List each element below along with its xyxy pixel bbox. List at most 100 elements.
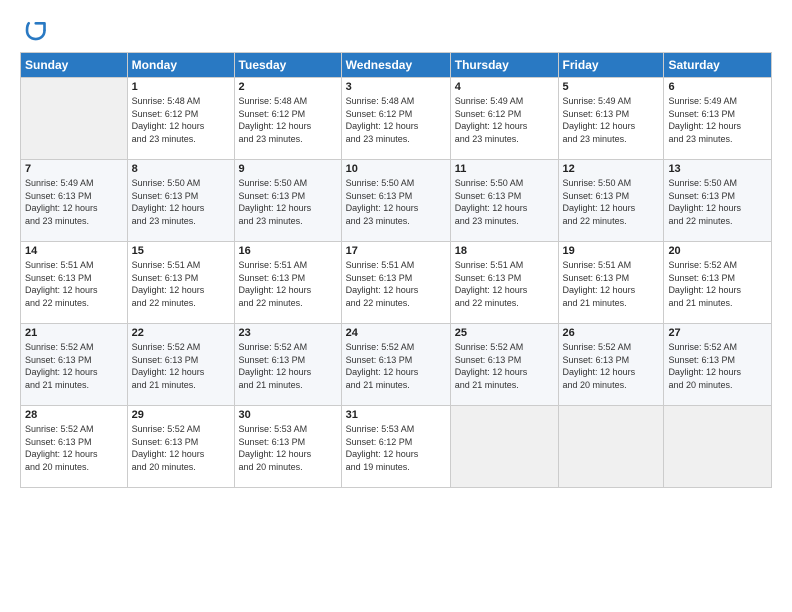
- day-number: 29: [132, 409, 230, 421]
- day-info: Sunrise: 5:51 AM Sunset: 6:13 PM Dayligh…: [455, 259, 554, 309]
- calendar-header: SundayMondayTuesdayWednesdayThursdayFrid…: [21, 53, 772, 78]
- weekday-header-tuesday: Tuesday: [234, 53, 341, 78]
- day-info: Sunrise: 5:52 AM Sunset: 6:13 PM Dayligh…: [132, 423, 230, 473]
- calendar-cell: [450, 406, 558, 488]
- day-number: 13: [668, 163, 767, 175]
- day-number: 20: [668, 245, 767, 257]
- day-info: Sunrise: 5:50 AM Sunset: 6:13 PM Dayligh…: [346, 177, 446, 227]
- day-number: 4: [455, 81, 554, 93]
- week-row-4: 21 Sunrise: 5:52 AM Sunset: 6:13 PM Dayli…: [21, 324, 772, 406]
- day-number: 28: [25, 409, 123, 421]
- calendar-cell: 6Sunrise: 5:49 AM Sunset: 6:13 PM Daylig…: [664, 78, 772, 160]
- logo: [20, 18, 52, 46]
- day-number: 19: [563, 245, 660, 257]
- day-number: 30: [239, 409, 337, 421]
- day-number: 2: [239, 81, 337, 93]
- day-info: Sunrise: 5:52 AM Sunset: 6:13 PM Dayligh…: [563, 341, 660, 391]
- weekday-header-monday: Monday: [127, 53, 234, 78]
- day-number: 10: [346, 163, 446, 175]
- day-info: Sunrise: 5:53 AM Sunset: 6:13 PM Dayligh…: [239, 423, 337, 473]
- day-info: Sunrise: 5:52 AM Sunset: 6:13 PM Dayligh…: [346, 341, 446, 391]
- calendar-cell: 15 Sunrise: 5:51 AM Sunset: 6:13 PM Dayli…: [127, 242, 234, 324]
- calendar-cell: [664, 406, 772, 488]
- week-row-5: 28 Sunrise: 5:52 AM Sunset: 6:13 PM Dayli…: [21, 406, 772, 488]
- day-info: Sunrise: 5:48 AM Sunset: 6:12 PM Dayligh…: [239, 95, 337, 145]
- day-info: Sunrise: 5:50 AM Sunset: 6:13 PM Dayligh…: [132, 177, 230, 227]
- calendar-cell: 29 Sunrise: 5:52 AM Sunset: 6:13 PM Dayli…: [127, 406, 234, 488]
- day-info: Sunrise: 5:50 AM Sunset: 6:13 PM Dayligh…: [239, 177, 337, 227]
- weekday-row: SundayMondayTuesdayWednesdayThursdayFrid…: [21, 53, 772, 78]
- day-info: Sunrise: 5:49 AM Sunset: 6:12 PM Dayligh…: [455, 95, 554, 145]
- calendar-cell: 17Sunrise: 5:51 AM Sunset: 6:13 PM Dayli…: [341, 242, 450, 324]
- calendar-cell: 5 Sunrise: 5:49 AM Sunset: 6:13 PM Daylig…: [558, 78, 664, 160]
- day-number: 18: [455, 245, 554, 257]
- day-info: Sunrise: 5:52 AM Sunset: 6:13 PM Dayligh…: [25, 423, 123, 473]
- calendar-cell: 27 Sunrise: 5:52 AM Sunset: 6:13 PM Dayli…: [664, 324, 772, 406]
- day-number: 7: [25, 163, 123, 175]
- day-info: Sunrise: 5:50 AM Sunset: 6:13 PM Dayligh…: [455, 177, 554, 227]
- calendar-body: 1 Sunrise: 5:48 AM Sunset: 6:12 PM Daylig…: [21, 78, 772, 488]
- weekday-header-saturday: Saturday: [664, 53, 772, 78]
- day-info: Sunrise: 5:51 AM Sunset: 6:13 PM Dayligh…: [132, 259, 230, 309]
- day-info: Sunrise: 5:49 AM Sunset: 6:13 PM Dayligh…: [563, 95, 660, 145]
- calendar-cell: 30 Sunrise: 5:53 AM Sunset: 6:13 PM Dayli…: [234, 406, 341, 488]
- calendar-cell: 21 Sunrise: 5:52 AM Sunset: 6:13 PM Dayli…: [21, 324, 128, 406]
- day-info: Sunrise: 5:53 AM Sunset: 6:12 PM Dayligh…: [346, 423, 446, 473]
- calendar-cell: 22Sunrise: 5:52 AM Sunset: 6:13 PM Dayli…: [127, 324, 234, 406]
- week-row-1: 1 Sunrise: 5:48 AM Sunset: 6:12 PM Daylig…: [21, 78, 772, 160]
- calendar-cell: 24 Sunrise: 5:52 AM Sunset: 6:13 PM Dayli…: [341, 324, 450, 406]
- day-number: 16: [239, 245, 337, 257]
- calendar-cell: 31Sunrise: 5:53 AM Sunset: 6:12 PM Dayli…: [341, 406, 450, 488]
- day-number: 5: [563, 81, 660, 93]
- day-info: Sunrise: 5:51 AM Sunset: 6:13 PM Dayligh…: [239, 259, 337, 309]
- calendar-cell: 9 Sunrise: 5:50 AM Sunset: 6:13 PM Daylig…: [234, 160, 341, 242]
- day-info: Sunrise: 5:51 AM Sunset: 6:13 PM Dayligh…: [25, 259, 123, 309]
- weekday-header-friday: Friday: [558, 53, 664, 78]
- day-number: 22: [132, 327, 230, 339]
- day-info: Sunrise: 5:48 AM Sunset: 6:12 PM Dayligh…: [132, 95, 230, 145]
- day-number: 12: [563, 163, 660, 175]
- calendar-cell: 11 Sunrise: 5:50 AM Sunset: 6:13 PM Dayli…: [450, 160, 558, 242]
- day-info: Sunrise: 5:52 AM Sunset: 6:13 PM Dayligh…: [668, 259, 767, 309]
- calendar-cell: 4 Sunrise: 5:49 AM Sunset: 6:12 PM Daylig…: [450, 78, 558, 160]
- day-number: 1: [132, 81, 230, 93]
- day-number: 23: [239, 327, 337, 339]
- calendar-cell: 28 Sunrise: 5:52 AM Sunset: 6:13 PM Dayli…: [21, 406, 128, 488]
- day-info: Sunrise: 5:52 AM Sunset: 6:13 PM Dayligh…: [455, 341, 554, 391]
- day-info: Sunrise: 5:49 AM Sunset: 6:13 PM Dayligh…: [668, 95, 767, 145]
- day-number: 17: [346, 245, 446, 257]
- day-info: Sunrise: 5:52 AM Sunset: 6:13 PM Dayligh…: [25, 341, 123, 391]
- day-info: Sunrise: 5:50 AM Sunset: 6:13 PM Dayligh…: [668, 177, 767, 227]
- day-number: 8: [132, 163, 230, 175]
- week-row-2: 7 Sunrise: 5:49 AM Sunset: 6:13 PM Daylig…: [21, 160, 772, 242]
- day-info: Sunrise: 5:49 AM Sunset: 6:13 PM Dayligh…: [25, 177, 123, 227]
- calendar-cell: 10 Sunrise: 5:50 AM Sunset: 6:13 PM Dayli…: [341, 160, 450, 242]
- day-number: 24: [346, 327, 446, 339]
- header: [20, 18, 772, 46]
- calendar-cell: 18 Sunrise: 5:51 AM Sunset: 6:13 PM Dayli…: [450, 242, 558, 324]
- day-number: 15: [132, 245, 230, 257]
- day-number: 11: [455, 163, 554, 175]
- weekday-header-wednesday: Wednesday: [341, 53, 450, 78]
- calendar-cell: 16 Sunrise: 5:51 AM Sunset: 6:13 PM Dayli…: [234, 242, 341, 324]
- day-number: 14: [25, 245, 123, 257]
- day-number: 27: [668, 327, 767, 339]
- calendar-cell: 12Sunrise: 5:50 AM Sunset: 6:13 PM Dayli…: [558, 160, 664, 242]
- day-number: 3: [346, 81, 446, 93]
- calendar-table: SundayMondayTuesdayWednesdayThursdayFrid…: [20, 52, 772, 488]
- day-number: 21: [25, 327, 123, 339]
- calendar-cell: 19 Sunrise: 5:51 AM Sunset: 6:13 PM Dayli…: [558, 242, 664, 324]
- calendar-cell: 13 Sunrise: 5:50 AM Sunset: 6:13 PM Dayli…: [664, 160, 772, 242]
- calendar-cell: 2 Sunrise: 5:48 AM Sunset: 6:12 PM Daylig…: [234, 78, 341, 160]
- weekday-header-thursday: Thursday: [450, 53, 558, 78]
- day-info: Sunrise: 5:51 AM Sunset: 6:13 PM Dayligh…: [563, 259, 660, 309]
- calendar-cell: 14 Sunrise: 5:51 AM Sunset: 6:13 PM Dayli…: [21, 242, 128, 324]
- logo-icon: [20, 18, 48, 46]
- weekday-header-sunday: Sunday: [21, 53, 128, 78]
- calendar-cell: 3Sunrise: 5:48 AM Sunset: 6:12 PM Daylig…: [341, 78, 450, 160]
- calendar-cell: 7 Sunrise: 5:49 AM Sunset: 6:13 PM Daylig…: [21, 160, 128, 242]
- calendar-cell: [558, 406, 664, 488]
- day-number: 9: [239, 163, 337, 175]
- calendar-cell: 26Sunrise: 5:52 AM Sunset: 6:13 PM Dayli…: [558, 324, 664, 406]
- day-info: Sunrise: 5:52 AM Sunset: 6:13 PM Dayligh…: [668, 341, 767, 391]
